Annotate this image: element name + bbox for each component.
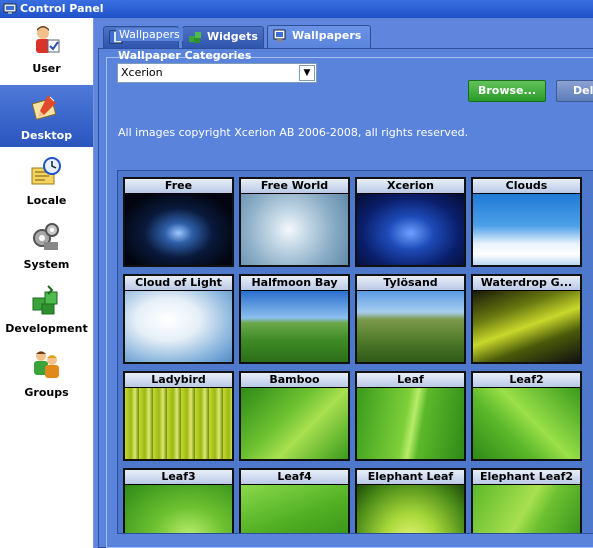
sidebar-item-label: User <box>32 62 61 75</box>
group-title: Wallpapers <box>116 28 183 41</box>
sidebar-item-label: Groups <box>24 386 69 399</box>
browse-button[interactable]: Browse... <box>468 80 546 102</box>
wallpaper-preview <box>473 194 580 265</box>
wallpaper-name: Waterdrop G... <box>473 276 580 290</box>
wallpaper-name: Cloud of Light <box>125 276 232 290</box>
wallpaper-name: Halfmoon Bay <box>241 276 348 290</box>
sidebar-item-user[interactable]: User <box>0 18 93 80</box>
wallpaper-name: Tylösand <box>357 276 464 290</box>
sidebar-item-groups[interactable]: Groups <box>0 342 93 404</box>
wallpaper-name: Free <box>125 179 232 193</box>
wallpaper-thumb[interactable]: Cloud of Light <box>123 274 234 364</box>
wallpaper-preview <box>125 194 232 265</box>
tab-label: Widgets <box>207 30 258 43</box>
wallpaper-name: Bamboo <box>241 373 348 387</box>
wallpaper-preview <box>473 291 580 362</box>
wallpaper-thumb[interactable]: Waterdrop G... <box>471 274 582 364</box>
desktop-icon <box>31 95 57 120</box>
wallpaper-thumb[interactable]: Elephant Leaf2 <box>471 468 582 533</box>
development-icon <box>32 285 58 315</box>
tab-widgets[interactable]: Widgets <box>182 26 264 48</box>
category-label: Wallpaper Categories <box>118 49 252 62</box>
wallpaper-preview <box>357 388 464 459</box>
wallpaper-name: Ladybird <box>125 373 232 387</box>
sidebar-item-label: System <box>23 258 70 271</box>
wallpaper-preview <box>473 388 580 459</box>
wallpaper-thumb[interactable]: Elephant Leaf <box>355 468 466 533</box>
wallpaper-name: Leaf2 <box>473 373 580 387</box>
sidebar: User Desktop Locale System Development G… <box>0 18 94 548</box>
sidebar-item-label: Development <box>5 322 88 335</box>
category-select[interactable]: Xcerion ▼ <box>117 63 317 83</box>
wallpaper-thumb[interactable]: Clouds <box>471 177 582 267</box>
sidebar-item-development[interactable]: Development <box>0 278 93 340</box>
wallpaper-thumb[interactable]: Leaf2 <box>471 371 582 461</box>
window-title: Control Panel <box>20 2 104 15</box>
wallpaper-thumb[interactable]: Leaf4 <box>239 468 350 533</box>
category-select-value: Xcerion <box>121 66 163 79</box>
sidebar-item-locale[interactable]: Locale <box>0 150 93 212</box>
wallpaper-preview <box>473 485 580 533</box>
sidebar-item-system[interactable]: System <box>0 214 93 276</box>
wallpaper-preview <box>357 194 464 265</box>
wallpaper-thumb[interactable]: Leaf <box>355 371 466 461</box>
wallpaper-name: Leaf4 <box>241 470 348 484</box>
delete-button[interactable]: Delete <box>556 80 593 102</box>
widgets-icon <box>189 32 201 43</box>
wallpaper-preview <box>125 485 232 533</box>
title-bar: Control Panel <box>0 0 593 18</box>
wallpaper-name: Leaf <box>357 373 464 387</box>
wallpaper-thumb[interactable]: Xcerion <box>355 177 466 267</box>
wallpaper-thumb[interactable]: Tylösand <box>355 274 466 364</box>
wallpaper-grid: Free Free World Xcerion Clouds Cloud of … <box>117 170 593 534</box>
control-panel-icon <box>3 3 17 14</box>
wallpaper-preview <box>357 291 464 362</box>
user-icon <box>36 26 60 53</box>
wallpaper-name: Clouds <box>473 179 580 193</box>
wallpaper-preview <box>241 485 348 533</box>
tab-label: Wallpapers <box>292 29 362 42</box>
wallpaper-preview <box>241 194 348 265</box>
wallpaper-thumb[interactable]: Bamboo <box>239 371 350 461</box>
system-icon <box>33 223 59 250</box>
wallpaper-thumb[interactable]: Leaf3 <box>123 468 234 533</box>
groups-icon <box>34 351 59 378</box>
wallpaper-preview <box>241 291 348 362</box>
wallpaper-thumb[interactable]: Halfmoon Bay <box>239 274 350 364</box>
wallpapers-icon <box>273 29 286 42</box>
wallpaper-preview <box>125 388 232 459</box>
chevron-down-icon[interactable]: ▼ <box>299 65 315 81</box>
wallpaper-name: Free World <box>241 179 348 193</box>
wallpaper-preview <box>241 388 348 459</box>
wallpaper-thumb[interactable]: Free <box>123 177 234 267</box>
sidebar-item-desktop[interactable]: Desktop <box>0 85 93 147</box>
locale-icon <box>31 157 61 185</box>
wallpaper-thumb[interactable]: Ladybird <box>123 371 234 461</box>
tab-wallpapers[interactable]: Wallpapers <box>267 25 371 49</box>
wallpaper-preview <box>357 485 464 533</box>
wallpaper-name: Elephant Leaf2 <box>473 470 580 484</box>
copyright-text: All images copyright Xcerion AB 2006-200… <box>118 126 469 139</box>
wallpaper-preview <box>125 291 232 362</box>
wallpaper-thumb[interactable]: Free World <box>239 177 350 267</box>
sidebar-item-label: Desktop <box>20 129 73 142</box>
wallpaper-name: Xcerion <box>357 179 464 193</box>
sidebar-item-label: Locale <box>26 194 67 207</box>
wallpaper-name: Leaf3 <box>125 470 232 484</box>
wallpaper-name: Elephant Leaf <box>357 470 464 484</box>
